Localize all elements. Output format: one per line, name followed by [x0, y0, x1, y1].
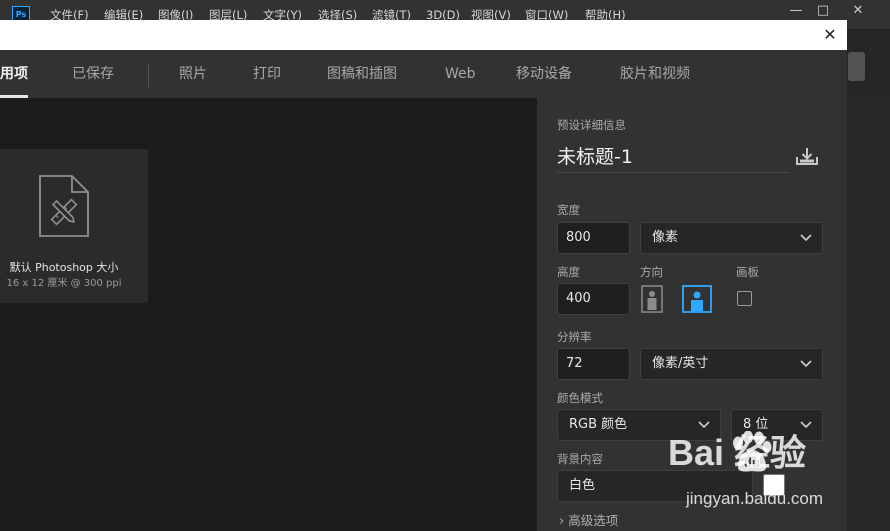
artboard-checkbox[interactable]: [737, 291, 752, 306]
color-mode-label: 颜色模式: [557, 391, 603, 405]
chevron-right-icon: ›: [559, 514, 565, 529]
orientation-label: 方向: [640, 265, 663, 279]
advanced-options-toggle[interactable]: › 高级选项: [559, 514, 618, 529]
tab-film-video[interactable]: 胶片和视频: [620, 66, 690, 82]
tab-recent[interactable]: 用项: [0, 66, 28, 82]
artboard-label: 画板: [736, 265, 759, 279]
width-input[interactable]: 800: [557, 222, 630, 254]
bit-depth-value: 8 位: [743, 417, 769, 432]
advanced-options-label: 高级选项: [568, 513, 619, 528]
window-maximize-button[interactable]: □: [808, 0, 838, 22]
details-header: 预设详细信息: [557, 118, 626, 132]
preset-name: 默认 Photoshop 大小: [9, 261, 119, 274]
preset-card-default[interactable]: 默认 Photoshop 大小 16 x 12 厘米 @ 300 ppi: [0, 149, 148, 303]
chevron-down-icon: [800, 360, 812, 368]
landscape-orientation-icon[interactable]: [682, 285, 712, 313]
watermark-main-text: Bai 经验: [668, 432, 807, 473]
window-minimize-button[interactable]: —: [781, 0, 811, 22]
tab-art-illustration[interactable]: 图稿和插图: [327, 66, 397, 82]
resolution-unit-select[interactable]: 像素/英寸: [640, 348, 823, 380]
dialog-close-button[interactable]: ✕: [820, 26, 840, 44]
window-close-button[interactable]: ✕: [843, 0, 873, 22]
resolution-label: 分辨率: [557, 330, 592, 344]
tab-print[interactable]: 打印: [253, 66, 281, 82]
preset-tabs: 用项 已保存 照片 打印 图稿和插图 Web 移动设备 胶片和视频: [0, 50, 847, 98]
dialog-titlebar: ✕: [0, 20, 847, 50]
chevron-down-icon: [698, 421, 710, 429]
width-label: 宽度: [557, 203, 580, 217]
resolution-input[interactable]: 72: [557, 348, 630, 380]
preset-size: 16 x 12 厘米 @ 300 ppi: [6, 278, 122, 289]
resolution-unit-value: 像素/英寸: [652, 356, 709, 371]
workspace-panel-strip: [848, 98, 890, 531]
chevron-down-icon: [800, 234, 812, 242]
portrait-orientation-icon[interactable]: [641, 285, 663, 313]
baidu-jingyan-watermark: du Bai 经验 jingyan.baidu.com: [668, 431, 843, 527]
preset-grid: 默认 Photoshop 大小 16 x 12 厘米 @ 300 ppi: [0, 98, 537, 531]
chevron-down-icon: [800, 421, 812, 429]
color-mode-value: RGB 颜色: [569, 417, 628, 432]
save-preset-icon[interactable]: [795, 146, 819, 166]
background-contents-label: 背景内容: [557, 452, 603, 466]
width-unit-value: 像素: [652, 230, 679, 245]
tab-photo[interactable]: 照片: [179, 66, 207, 82]
tab-saved[interactable]: 已保存: [72, 66, 114, 82]
document-name-input[interactable]: 未标题-1: [557, 143, 789, 173]
height-label: 高度: [557, 265, 580, 279]
watermark-url: jingyan.baidu.com: [686, 489, 824, 508]
tab-web[interactable]: Web: [445, 66, 476, 82]
height-input[interactable]: 400: [557, 283, 630, 315]
background-contents-value: 白色: [569, 478, 596, 493]
document-icon: [39, 175, 89, 237]
tab-divider: [148, 63, 149, 87]
workspace-button[interactable]: [848, 52, 865, 81]
tab-mobile[interactable]: 移动设备: [516, 66, 572, 82]
width-unit-select[interactable]: 像素: [640, 222, 823, 254]
